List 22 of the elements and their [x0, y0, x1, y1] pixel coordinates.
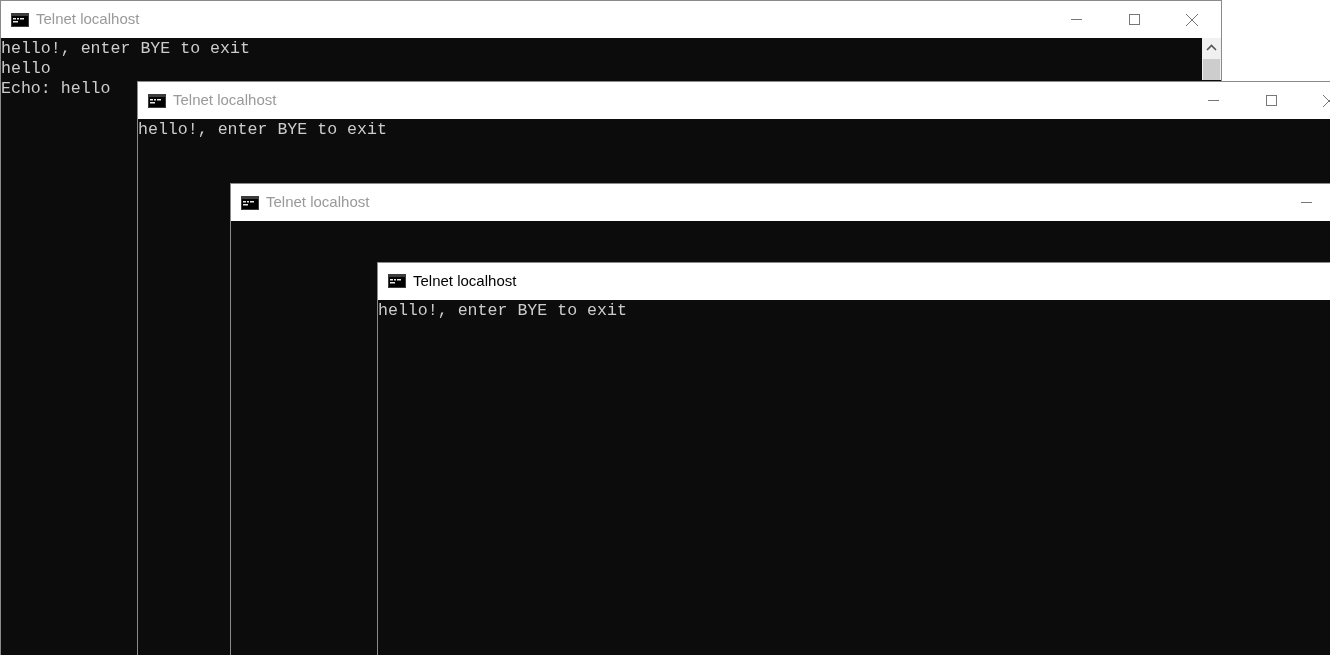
window-title: Telnet localhost — [173, 90, 277, 111]
close-icon — [1186, 13, 1198, 26]
window-title: Telnet localhost — [413, 270, 517, 291]
console-line: Echo: hello — [1, 79, 111, 99]
console-icon — [148, 93, 166, 108]
minimize-icon — [1207, 100, 1219, 101]
console-line: hello!, enter BYE to exit — [138, 120, 387, 140]
scroll-up-icon[interactable] — [1206, 44, 1217, 51]
scroll-thumb[interactable] — [1203, 59, 1220, 80]
console-icon — [11, 12, 29, 27]
console-icon — [388, 274, 406, 288]
console-line: hello!, enter BYE to exit — [378, 301, 627, 321]
console-line: hello!, enter BYE to exit — [1, 39, 250, 59]
scrollbar[interactable] — [1202, 38, 1221, 80]
window-title: Telnet localhost — [36, 9, 140, 30]
console-icon — [241, 195, 259, 210]
maximize-icon — [1128, 14, 1140, 25]
window-title: Telnet localhost — [266, 192, 370, 213]
minimize-icon — [1300, 202, 1312, 203]
minimize-icon — [1070, 19, 1082, 20]
maximize-icon — [1265, 95, 1277, 106]
console-line: hello — [1, 59, 51, 79]
